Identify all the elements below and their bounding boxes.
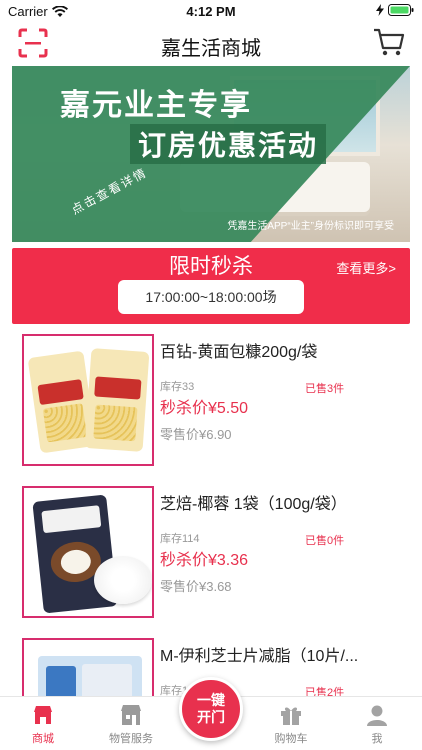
banner-subline: 订房优惠活动: [130, 124, 327, 164]
tab-bar: 商城 物管服务 一键 开门 购物车 我: [0, 677, 422, 750]
banner-headline: 嘉元业主专享: [60, 89, 252, 122]
open-door-line2: 开门: [197, 709, 225, 725]
tab-property-service[interactable]: 物管服务: [96, 703, 166, 746]
product-stock: 库存114: [160, 533, 200, 545]
property-icon: [121, 705, 141, 725]
product-retail-price: 零售价¥6.90: [160, 427, 232, 442]
product-image: [22, 486, 154, 618]
time-slot-button[interactable]: 17:00:00~18:00:00场: [118, 280, 304, 314]
product-sold: 已售3件: [305, 383, 345, 395]
charging-icon: [376, 4, 384, 16]
product-image: [22, 334, 154, 466]
cart-icon: [374, 28, 405, 56]
battery-indicator: [376, 4, 414, 16]
product-flash-price: 秒杀价¥3.36: [160, 552, 249, 569]
product-retail-price: 零售价¥3.68: [160, 579, 232, 594]
flash-sale-header: 限时秒杀 查看更多> 17:00:00~18:00:00场: [12, 248, 410, 324]
tab-cart[interactable]: 购物车: [256, 703, 326, 746]
tab-property-label: 物管服务: [109, 733, 153, 745]
page-title: 嘉生活商城: [161, 38, 261, 60]
gift-icon: [281, 707, 301, 725]
nav-bar: 嘉生活商城: [0, 22, 422, 64]
product-stock: 库存33: [160, 381, 195, 393]
tab-mall[interactable]: 商城: [8, 703, 78, 746]
battery-icon: [388, 4, 414, 16]
clock: 4:12 PM: [186, 4, 236, 19]
tab-cart-label: 购物车: [274, 733, 308, 745]
see-more-link[interactable]: 查看更多>: [336, 258, 396, 277]
product-sold: 已售0件: [305, 535, 345, 547]
status-bar: Carrier 4:12 PM: [0, 0, 422, 22]
cart-button[interactable]: [372, 26, 406, 58]
product-name: 芝焙-椰蓉 1袋（100g/袋）: [160, 496, 347, 513]
promo-banner[interactable]: 嘉元业主专享 订房优惠活动 点击查看详情 凭嘉生活APP“业主”身份标识即可享受: [12, 66, 410, 242]
product-flash-price: 秒杀价¥5.50: [160, 400, 249, 417]
product-name: M-伊利芝士片减脂（10片/...: [160, 648, 359, 665]
product-item[interactable]: 百钻-黄面包糠200g/袋 库存33 已售3件 秒杀价¥5.50 零售价¥6.9…: [22, 334, 412, 472]
tab-me-label: 我: [371, 733, 383, 745]
mall-icon: [34, 706, 52, 724]
tab-me[interactable]: 我: [342, 703, 412, 746]
open-door-button[interactable]: 一键 开门: [179, 677, 243, 741]
product-item[interactable]: 芝焙-椰蓉 1袋（100g/袋） 库存114 已售0件 秒杀价¥3.36 零售价…: [22, 486, 412, 624]
tab-mall-label: 商城: [32, 733, 54, 745]
banner-note: 凭嘉生活APP“业主”身份标识即可享受: [227, 221, 394, 232]
user-icon: [367, 705, 387, 726]
product-name: 百钻-黄面包糠200g/袋: [160, 344, 318, 361]
open-door-line1: 一键: [197, 692, 225, 708]
